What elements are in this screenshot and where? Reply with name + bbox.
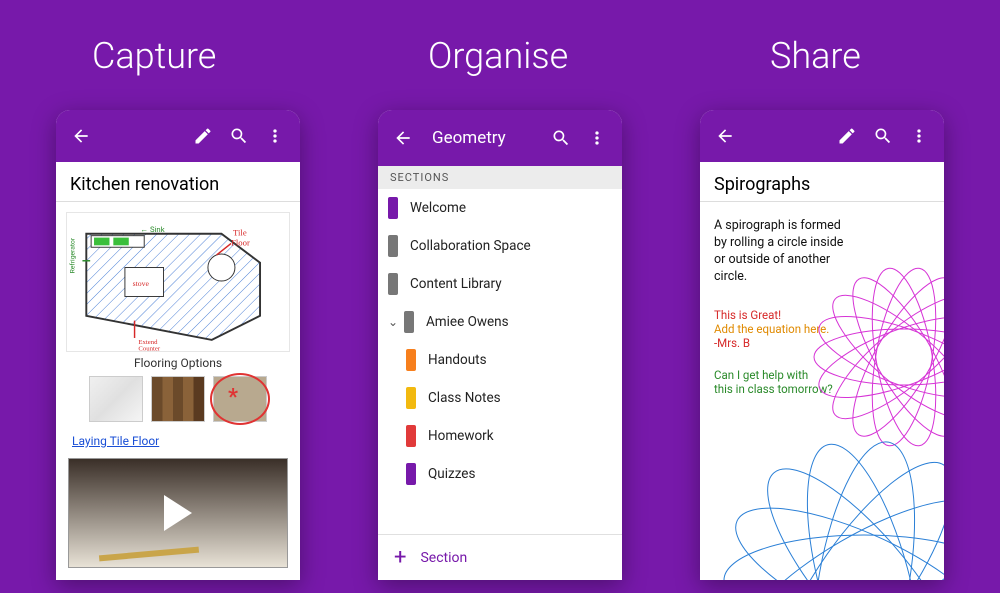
search-icon[interactable] xyxy=(868,121,898,151)
section-label: Class Notes xyxy=(428,390,501,406)
feature-label-organise: Organise xyxy=(428,35,568,77)
section-color-chip xyxy=(406,425,416,447)
draw-icon[interactable] xyxy=(188,121,218,151)
swatch-marble[interactable] xyxy=(89,376,143,422)
section-color-chip xyxy=(406,387,416,409)
section-label: Quizzes xyxy=(428,466,475,482)
page-title: Kitchen renovation xyxy=(56,162,300,202)
add-section-button[interactable]: + Section xyxy=(378,534,622,580)
section-label: Collaboration Space xyxy=(410,238,531,254)
section-label: Welcome xyxy=(410,200,466,216)
section-label: Homework xyxy=(428,428,494,444)
more-icon[interactable] xyxy=(904,121,934,151)
section-item[interactable]: Content Library xyxy=(378,265,622,303)
section-color-chip xyxy=(388,235,398,257)
section-label: Content Library xyxy=(410,276,502,292)
section-label: Handouts xyxy=(428,352,487,368)
section-item[interactable]: Welcome xyxy=(378,189,622,227)
swatch-tile[interactable]: * xyxy=(213,376,267,422)
svg-text:Counter: Counter xyxy=(138,346,160,351)
student-comment: Can I get help with this in class tomorr… xyxy=(714,368,864,396)
app-bar xyxy=(56,110,300,162)
search-icon[interactable] xyxy=(546,123,576,153)
spirograph-blue xyxy=(714,430,944,580)
back-button[interactable] xyxy=(66,121,96,151)
svg-text:Floor: Floor xyxy=(231,237,250,247)
flooring-swatches: * xyxy=(56,376,300,422)
spirograph-description: A spirograph is formed by rolling a circ… xyxy=(714,218,844,286)
tile-link[interactable]: Laying Tile Floor xyxy=(56,434,159,448)
svg-text:Tile: Tile xyxy=(233,228,247,238)
subsection-item[interactable]: Quizzes xyxy=(378,455,622,493)
page-title: Spirographs xyxy=(700,162,944,202)
app-bar xyxy=(700,110,944,162)
search-icon[interactable] xyxy=(224,121,254,151)
video-thumbnail[interactable] xyxy=(68,458,288,568)
notebook-title: Geometry xyxy=(424,128,540,148)
subsection-item[interactable]: Handouts xyxy=(378,341,622,379)
swatch-wood[interactable] xyxy=(151,376,205,422)
back-button[interactable] xyxy=(388,123,418,153)
more-icon[interactable] xyxy=(582,123,612,153)
svg-text:stove: stove xyxy=(133,279,150,288)
section-color-chip xyxy=(406,349,416,371)
section-item-expanded[interactable]: ⌄ Amiee Owens xyxy=(378,303,622,341)
app-bar: Geometry xyxy=(378,110,622,166)
more-icon[interactable] xyxy=(260,121,290,151)
subsection-item[interactable]: Class Notes xyxy=(378,379,622,417)
back-button[interactable] xyxy=(710,121,740,151)
plus-icon: + xyxy=(394,547,406,569)
draw-icon[interactable] xyxy=(832,121,862,151)
section-label: Amiee Owens xyxy=(426,314,509,330)
floor-plan-sketch: Tile Floor Refrigerator ← Sink stove Ext… xyxy=(66,212,290,352)
svg-text:Refrigerator: Refrigerator xyxy=(69,237,77,273)
teacher-comment: This is Great! Add the equation here. -M… xyxy=(714,308,864,350)
phone-organise: Geometry SECTIONS Welcome Collaboration … xyxy=(378,110,622,580)
phone-capture: Kitchen renovation Tile Floor Refrigerat… xyxy=(56,110,300,580)
section-color-chip xyxy=(404,311,414,333)
section-color-chip xyxy=(406,463,416,485)
flooring-header: Flooring Options xyxy=(56,356,300,370)
chevron-down-icon: ⌄ xyxy=(388,315,402,329)
play-icon xyxy=(164,495,192,531)
sections-header: SECTIONS xyxy=(378,166,622,189)
feature-label-capture: Capture xyxy=(92,35,216,77)
feature-label-share: Share xyxy=(770,35,861,77)
subsection-item[interactable]: Homework xyxy=(378,417,622,455)
phone-share: Spirographs A spirograph is formed by ro… xyxy=(700,110,944,580)
section-color-chip xyxy=(388,273,398,295)
spirograph-magenta xyxy=(804,257,944,457)
section-color-chip xyxy=(388,197,398,219)
section-item[interactable]: Collaboration Space xyxy=(378,227,622,265)
svg-text:← Sink: ← Sink xyxy=(140,225,164,234)
add-section-label: Section xyxy=(420,550,467,566)
